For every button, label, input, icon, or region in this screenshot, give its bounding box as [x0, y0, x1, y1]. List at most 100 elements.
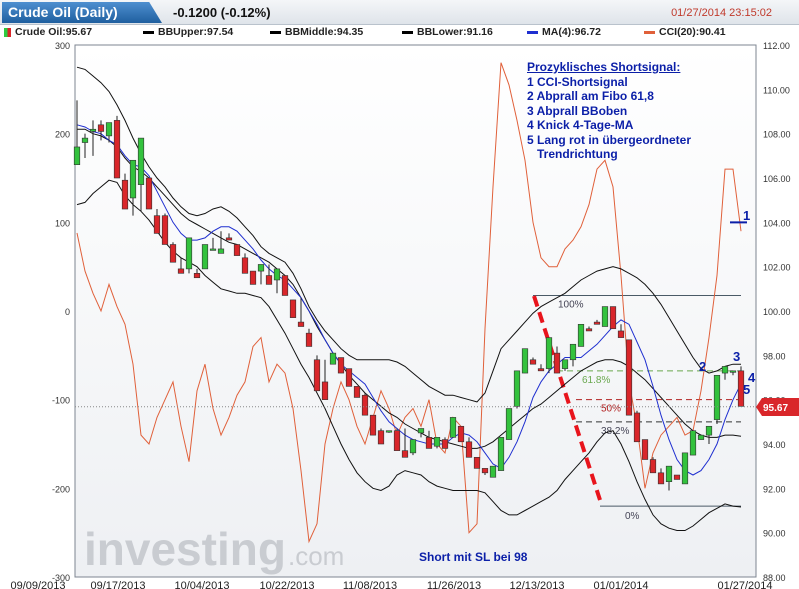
candle-body — [137, 137, 145, 185]
candle-body — [209, 248, 217, 251]
candle-body — [577, 323, 585, 347]
price-tick-label: 106.00 — [763, 174, 791, 184]
signal-line-2: 2 Abprall am Fibo 61,8 — [527, 89, 654, 103]
signal-line-5: 5 Lang rot in übergeordneter — [527, 132, 692, 147]
candle-body — [481, 468, 489, 474]
legend-bblower: BBLower:91.16 — [402, 26, 493, 38]
candle-body — [161, 215, 169, 245]
candle-body — [377, 430, 385, 445]
candle-body — [465, 441, 473, 458]
candle-body — [681, 452, 689, 485]
signal-line-3: 3 Abprall BBoben — [527, 103, 628, 118]
bblower-swatch-icon — [402, 30, 413, 34]
candle-body — [489, 465, 497, 478]
candle-body — [305, 332, 313, 347]
candle-body — [673, 474, 681, 480]
price-tick-label: 102.00 — [763, 263, 791, 273]
timestamp: 01/27/2014 23:15:02 — [671, 7, 772, 19]
title-bar: Crude Oil (Daily) -0.1200 (-0.12%) 01/27… — [0, 0, 799, 25]
candle-body — [337, 357, 345, 374]
stop-loss-note: Short mit SL bei 98 — [419, 550, 528, 564]
bbupper-swatch-icon — [143, 30, 154, 34]
signal-line-4: 4 Knick 4-Tage-MA — [527, 118, 634, 132]
candle-legend-icon — [4, 27, 11, 37]
candle-body — [345, 368, 353, 387]
date-tick-label: 12/13/2013 — [509, 580, 564, 589]
candle-body — [425, 437, 433, 449]
candle-body — [689, 430, 697, 456]
candle-body — [89, 128, 97, 132]
candle-body — [665, 465, 673, 482]
legend-cci-label: CCI(20):90.41 — [659, 26, 726, 38]
candle-body — [721, 366, 729, 374]
candle-body — [249, 270, 257, 285]
signal-line-1: 1 CCI-Shortsignal — [527, 74, 628, 89]
date-tick-label: 09/09/2013 — [10, 580, 65, 589]
ma4-swatch-icon — [527, 30, 538, 34]
candle-body — [169, 244, 177, 263]
candle-body — [185, 237, 193, 270]
price-tag-label: 95.67 — [763, 403, 788, 414]
candle-body — [97, 124, 105, 132]
watermark-suffix: .com — [288, 541, 344, 571]
fib-label: 61.8% — [582, 375, 610, 386]
price-tick-label: 108.00 — [763, 130, 791, 140]
candle-body — [153, 215, 161, 234]
legend-bbmiddle-label: BBMiddle:94.35 — [285, 26, 364, 38]
legend-ma4-label: MA(4):96.72 — [542, 26, 601, 38]
cci-tick-label: 300 — [55, 41, 70, 51]
candle-body — [601, 306, 609, 327]
candle-body — [281, 275, 289, 296]
legend-bbupper-label: BBUpper:97.54 — [158, 26, 234, 38]
candle-body — [617, 330, 625, 338]
marker-2: 2 — [699, 359, 707, 374]
chart-title[interactable]: Crude Oil (Daily) — [2, 2, 162, 23]
date-tick-label: 01/01/2014 — [593, 580, 648, 589]
cci-tick-label: 200 — [55, 130, 70, 140]
marker-5: 5 — [743, 382, 751, 397]
fib-label: 100% — [558, 299, 584, 310]
candle-body — [497, 437, 505, 471]
date-tick-label: 01/27/2014 — [717, 580, 772, 589]
candle-body — [145, 177, 153, 210]
candle-body — [441, 439, 449, 449]
candle-body — [193, 273, 201, 279]
price-tick-label: 110.00 — [763, 85, 790, 95]
candle-body — [385, 430, 393, 433]
date-tick-label: 10/04/2013 — [174, 580, 229, 589]
candle-body — [289, 299, 297, 318]
candle-body — [73, 146, 81, 165]
candle-body — [233, 244, 241, 256]
price-change: -0.1200 (-0.12%) — [173, 5, 271, 20]
fib-label: 0% — [625, 511, 640, 522]
candle-body — [361, 394, 369, 416]
cci-tick-label: 100 — [55, 218, 70, 228]
candle-body — [505, 408, 513, 440]
legend-bar: Crude Oil:95.67 BBUpper:97.54 BBMiddle:9… — [0, 25, 799, 40]
candle-body — [313, 359, 321, 392]
legend-ma4: MA(4):96.72 — [527, 26, 601, 38]
candle-body — [113, 120, 121, 179]
marker-3: 3 — [733, 349, 741, 364]
candle-body — [593, 321, 601, 325]
candle-body — [633, 412, 641, 443]
candle-body — [273, 268, 281, 281]
candle-body — [265, 275, 273, 285]
candle-body — [713, 374, 721, 420]
candle-body — [217, 248, 225, 254]
candle-body — [369, 414, 377, 436]
candle-body — [353, 386, 361, 398]
price-tick-label: 92.00 — [763, 484, 786, 494]
candle-body — [201, 244, 209, 270]
signal-notes: Prozyklisches Shortsignal: 1 CCI-Shortsi… — [527, 60, 691, 162]
candle-body — [457, 425, 465, 443]
candle-body — [433, 437, 441, 447]
candle-body — [641, 439, 649, 460]
price-tick-label: 104.00 — [763, 218, 791, 228]
candle-body — [529, 359, 537, 365]
legend-bblower-label: BBLower:91.16 — [417, 26, 493, 38]
candle-body — [625, 339, 633, 416]
bbmiddle-swatch-icon — [270, 30, 281, 34]
candle-body — [449, 417, 457, 438]
watermark-brand: investing — [84, 523, 286, 575]
